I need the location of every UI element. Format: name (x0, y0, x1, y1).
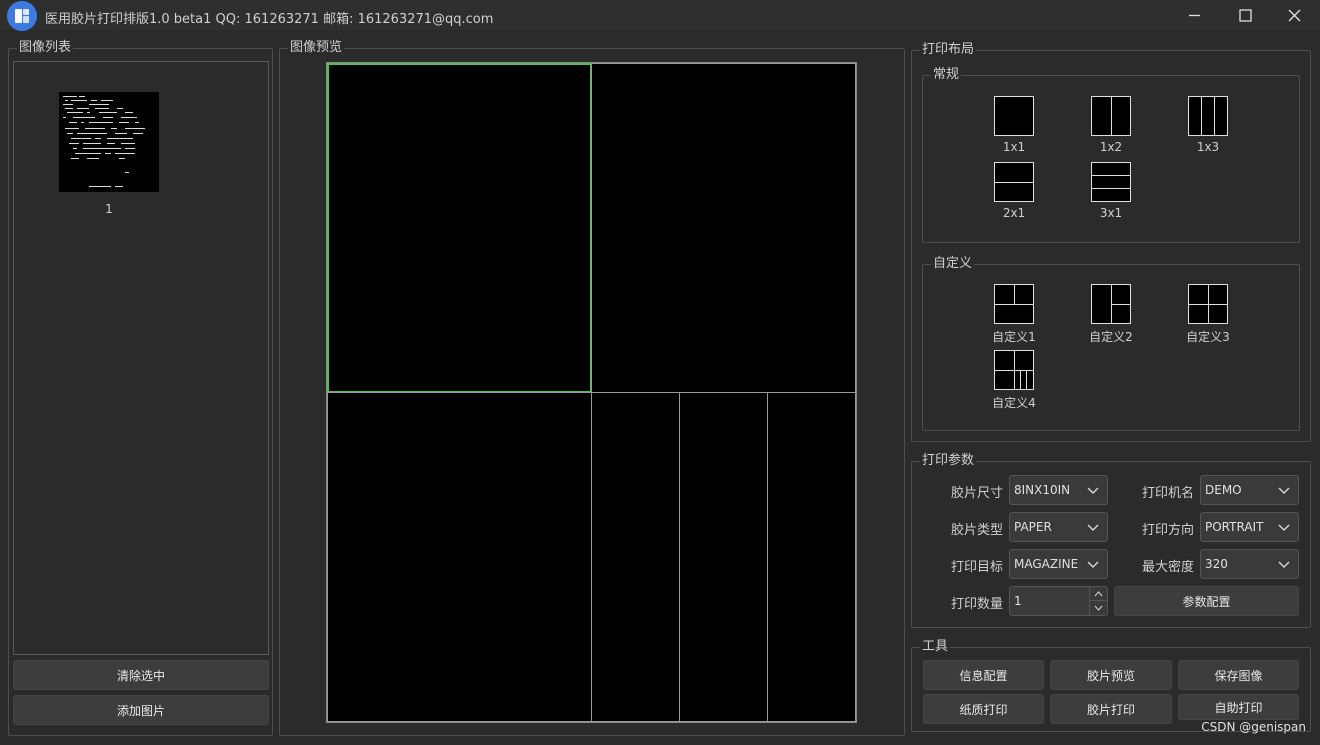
layout-custom1-button[interactable]: 自定义1 (974, 284, 1054, 345)
film-size-select[interactable]: 8INX10IN (1009, 475, 1108, 505)
param-config-button[interactable]: 参数配置 (1114, 586, 1299, 616)
image-preview-title: 图像预览 (288, 40, 345, 56)
layout-1x1-label: 1x1 (1002, 140, 1026, 154)
copies-value: 1 (1014, 594, 1022, 608)
printer-name-label: 打印机名 (1141, 486, 1194, 501)
stepper-buttons (1089, 587, 1107, 615)
chevron-up-icon (1094, 590, 1103, 596)
maximize-button[interactable] (1221, 0, 1269, 30)
film-type-label: 胶片类型 (950, 523, 1003, 538)
layout-2x1-button[interactable]: 2x1 (974, 162, 1054, 220)
image-thumbnail-label: 1 (105, 202, 113, 216)
watermark-text: CSDN @genispan (1201, 720, 1306, 734)
film-type-value: PAPER (1014, 520, 1052, 534)
layout-custom3-icon (1188, 284, 1228, 324)
custom-layout-title: 自定义 (931, 256, 975, 272)
orientation-value: PORTRAIT (1205, 520, 1264, 534)
layout-custom2-icon (1091, 284, 1131, 324)
preview-cell-5[interactable] (679, 392, 768, 722)
max-density-value: 320 (1205, 557, 1228, 571)
image-thumbnail[interactable] (59, 92, 159, 192)
chevron-down-icon (1087, 524, 1099, 531)
print-params-title: 打印参数 (920, 453, 977, 469)
layout-1x2-label: 1x2 (1099, 140, 1123, 154)
clear-selection-button[interactable]: 清除选中 (13, 660, 269, 690)
minimize-button[interactable] (1170, 0, 1218, 30)
layout-1x1-button[interactable]: 1x1 (974, 96, 1054, 154)
close-icon (1288, 9, 1300, 21)
preview-cell-3[interactable] (327, 392, 592, 722)
layout-2x1-label: 2x1 (1002, 206, 1026, 220)
standard-layout-title: 常规 (931, 67, 962, 83)
layout-custom4-button[interactable]: 自定义4 (974, 350, 1054, 411)
chevron-down-icon (1094, 605, 1103, 611)
maximize-icon (1238, 8, 1252, 22)
layout-custom4-label: 自定义4 (992, 396, 1036, 410)
print-target-label: 打印目标 (950, 560, 1003, 575)
copies-stepper[interactable]: 1 (1009, 586, 1108, 616)
printer-name-value: DEMO (1205, 483, 1242, 497)
printer-name-select[interactable]: DEMO (1200, 475, 1299, 505)
layout-1x2-button[interactable]: 1x2 (1071, 96, 1151, 154)
image-list[interactable]: 1 (13, 61, 269, 655)
window-title: 医用胶片打印排版1.0 beta1 QQ: 161263271 邮箱: 1612… (45, 12, 494, 27)
layout-custom3-button[interactable]: 自定义3 (1168, 284, 1248, 345)
layout-custom2-label: 自定义2 (1089, 330, 1133, 344)
preview-cell-6[interactable] (767, 392, 856, 722)
layout-3x1-label: 3x1 (1099, 206, 1123, 220)
paper-print-button[interactable]: 纸质打印 (923, 694, 1044, 724)
self-service-print-button[interactable]: 自助打印 (1178, 694, 1299, 720)
film-preview-button[interactable]: 胶片预览 (1050, 660, 1172, 690)
minimize-icon (1188, 14, 1200, 16)
layout-3x1-button[interactable]: 3x1 (1071, 162, 1151, 220)
print-layout-title: 打印布局 (920, 42, 977, 58)
chevron-down-icon (1087, 561, 1099, 568)
chevron-down-icon (1278, 524, 1290, 531)
max-density-select[interactable]: 320 (1200, 549, 1299, 579)
close-button[interactable] (1270, 0, 1318, 30)
stepper-up-button[interactable] (1090, 587, 1107, 601)
print-target-select[interactable]: MAGAZINE (1009, 549, 1108, 579)
orientation-select[interactable]: PORTRAIT (1200, 512, 1299, 542)
film-print-button[interactable]: 胶片打印 (1050, 694, 1172, 724)
title-bar: 医用胶片打印排版1.0 beta1 QQ: 161263271 邮箱: 1612… (0, 0, 1320, 31)
print-target-value: MAGAZINE (1014, 557, 1079, 571)
copies-label: 打印数量 (950, 597, 1003, 612)
stepper-down-button[interactable] (1090, 601, 1107, 615)
app-logo-icon (7, 1, 37, 31)
layout-custom1-label: 自定义1 (992, 330, 1036, 344)
layout-1x3-icon (1188, 96, 1228, 136)
layout-custom2-button[interactable]: 自定义2 (1071, 284, 1151, 345)
film-size-label: 胶片尺寸 (950, 486, 1003, 501)
chevron-down-icon (1278, 561, 1290, 568)
image-list-title: 图像列表 (17, 40, 74, 56)
layout-2x1-icon (994, 162, 1034, 202)
preview-cell-1[interactable] (327, 63, 592, 393)
film-type-select[interactable]: PAPER (1009, 512, 1108, 542)
tools-title: 工具 (920, 639, 951, 655)
layout-custom3-label: 自定义3 (1186, 330, 1230, 344)
add-image-button[interactable]: 添加图片 (13, 695, 269, 725)
film-size-value: 8INX10IN (1014, 483, 1071, 497)
layout-custom4-icon (994, 350, 1034, 390)
orientation-label: 打印方向 (1141, 523, 1194, 538)
info-config-button[interactable]: 信息配置 (923, 660, 1044, 690)
layout-custom1-icon (994, 284, 1034, 324)
preview-cell-2[interactable] (591, 63, 856, 393)
layout-1x3-label: 1x3 (1196, 140, 1220, 154)
layout-1x2-icon (1091, 96, 1131, 136)
film-thumbnail-icon (63, 96, 145, 187)
max-density-label: 最大密度 (1141, 560, 1194, 575)
chevron-down-icon (1087, 487, 1099, 494)
layout-1x3-button[interactable]: 1x3 (1168, 96, 1248, 154)
chevron-down-icon (1278, 487, 1290, 494)
save-image-button[interactable]: 保存图像 (1178, 660, 1299, 690)
preview-canvas[interactable] (326, 62, 857, 723)
preview-cell-4[interactable] (591, 392, 680, 722)
layout-3x1-icon (1091, 162, 1131, 202)
layout-1x1-icon (994, 96, 1034, 136)
